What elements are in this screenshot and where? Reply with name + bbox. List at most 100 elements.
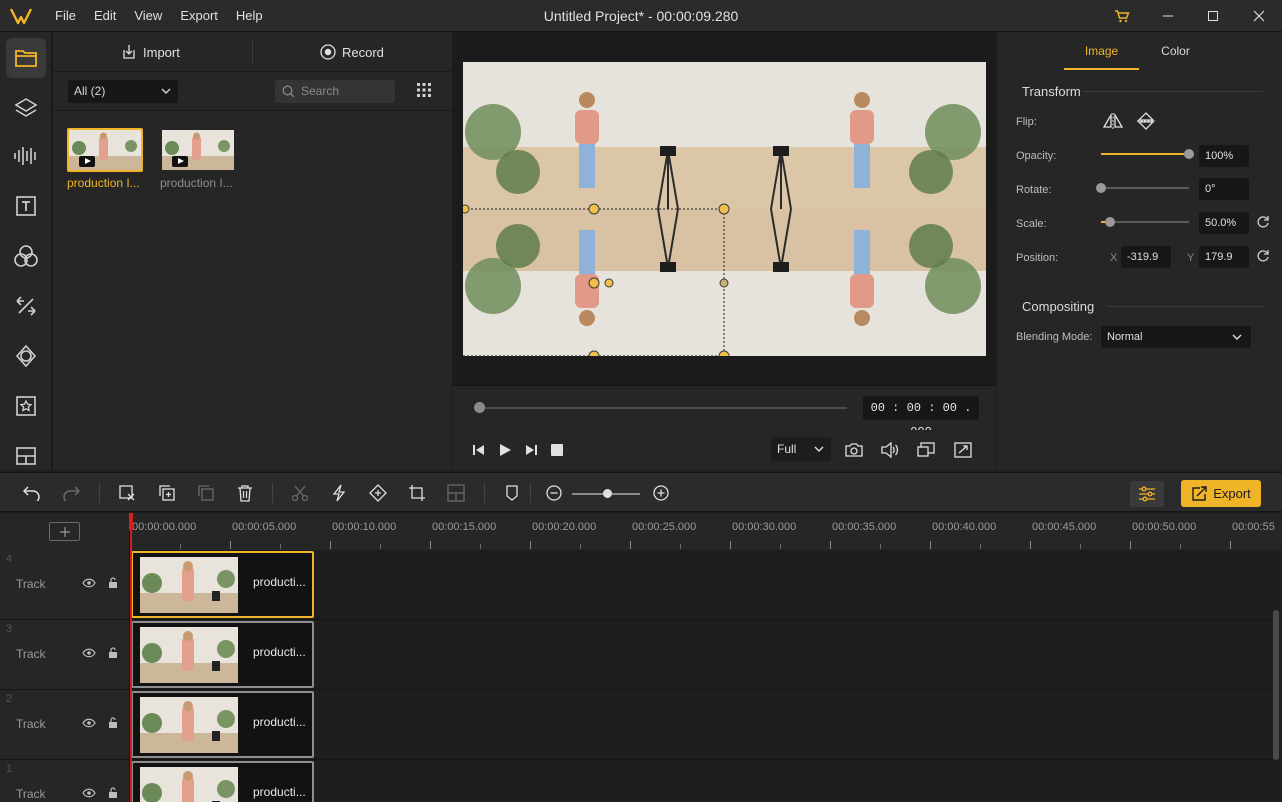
text-tab[interactable] [6,186,46,226]
section-divider [1107,306,1263,307]
opacity-value[interactable]: 100% [1199,145,1249,167]
transitions-icon [16,296,36,316]
scrub-handle[interactable] [474,402,485,413]
undo-button[interactable] [22,483,42,503]
lock-icon[interactable] [108,787,118,799]
video-preview[interactable] [463,62,986,356]
copy-button[interactable] [157,483,177,503]
rotate-value[interactable]: 0° [1199,178,1249,200]
next-frame-button[interactable] [521,440,541,460]
lock-icon[interactable] [108,577,118,589]
timeline-settings-button[interactable] [1130,481,1164,507]
blend-mode-select[interactable]: Normal [1101,326,1251,348]
eye-icon[interactable] [82,718,96,728]
playhead[interactable] [129,513,133,802]
split-button[interactable] [329,483,349,503]
templates-tab[interactable] [6,436,46,476]
ruler-label: 00:00:55 [1232,521,1275,533]
eye-icon[interactable] [82,648,96,658]
media-tab[interactable] [6,38,46,78]
minimize-button[interactable] [1145,0,1191,32]
transitions-tab[interactable] [6,286,46,326]
zoom-in-button[interactable] [651,483,671,503]
stop-button[interactable] [547,440,567,460]
export-button[interactable]: Export [1181,480,1261,507]
lock-icon[interactable] [108,717,118,729]
timeline-scrollbar[interactable] [1271,550,1282,802]
layers-tab[interactable] [6,88,46,128]
redo-button[interactable] [61,483,81,503]
eye-icon[interactable] [82,788,96,798]
timeline-track[interactable]: 4 Track producti... [0,550,1271,620]
lock-icon[interactable] [108,647,118,659]
quality-select[interactable]: Full [771,437,831,461]
video-clip[interactable]: producti... [131,551,314,618]
opacity-slider-handle[interactable] [1184,149,1194,159]
zoom-out-button[interactable] [544,483,564,503]
video-clip[interactable]: producti... [131,691,314,758]
scale-slider-handle[interactable] [1104,217,1115,227]
snapshot-button[interactable] [844,440,864,460]
zoom-slider-handle[interactable] [603,489,612,498]
menu-help[interactable]: Help [236,0,272,32]
menu-export[interactable]: Export [180,0,227,32]
rotate-slider-handle[interactable] [1096,183,1106,193]
rotate-slider[interactable] [1096,183,1189,193]
track-name: Track [16,787,46,801]
effects-tab[interactable] [6,236,46,276]
video-clip[interactable]: producti... [131,761,314,802]
tab-color[interactable]: Color [1138,32,1213,70]
flip-vertical-icon[interactable] [1137,112,1155,130]
timeline-track[interactable]: 3 Track producti... [0,620,1271,690]
deselect-button[interactable] [117,483,137,503]
opacity-slider-fill [1101,153,1189,155]
import-label: Import [143,44,180,60]
scrub-track[interactable] [479,407,847,409]
paste-button[interactable] [196,483,216,503]
close-button[interactable] [1236,0,1282,32]
crop-button[interactable] [407,483,427,503]
keyframe-button[interactable] [368,483,388,503]
media-item[interactable]: production I... [160,128,236,190]
media-icon [15,50,37,67]
volume-button[interactable] [880,440,900,460]
marker-button[interactable] [502,483,522,503]
timeline-track[interactable]: 1 Track producti... [0,760,1271,802]
media-search-input[interactable]: Search [275,80,395,103]
media-filter-select[interactable]: All (2) [68,80,178,103]
add-track-button[interactable] [49,522,80,541]
play-button[interactable] [495,440,515,460]
menu-view[interactable]: View [134,0,171,32]
grid-view-icon[interactable] [417,83,431,97]
position-y-input[interactable]: 179.9 [1199,246,1249,268]
eye-icon[interactable] [82,578,96,588]
record-button[interactable]: Record [320,32,384,72]
prev-frame-button[interactable] [469,440,489,460]
delete-button[interactable] [235,483,255,503]
reset-icon[interactable] [1256,215,1270,229]
video-clip[interactable]: producti... [131,621,314,688]
maximize-button[interactable] [1190,0,1236,32]
cut-button[interactable] [290,483,310,503]
media-item[interactable]: production I... [67,128,143,190]
stickers-tab[interactable] [6,386,46,426]
scrollbar-thumb[interactable] [1273,610,1279,760]
filters-tab[interactable] [6,336,46,376]
fullscreen-button[interactable] [953,440,973,460]
import-button[interactable]: Import [121,32,180,72]
scale-value[interactable]: 50.0% [1199,212,1249,234]
menu-file[interactable]: File [55,0,85,32]
audio-tab[interactable] [6,136,46,176]
flip-horizontal-icon[interactable] [1103,113,1123,129]
opacity-slider[interactable] [1101,149,1194,159]
tab-image[interactable]: Image [1064,32,1139,70]
menu-edit[interactable]: Edit [94,0,125,32]
timeline-track[interactable]: 2 Track producti... [0,690,1271,760]
position-x-input[interactable]: -319.9 [1121,246,1171,268]
mosaic-button[interactable] [446,483,466,503]
cart-button[interactable] [1099,0,1145,32]
scale-slider[interactable] [1101,217,1189,227]
reset-icon[interactable] [1256,249,1270,263]
time-ruler[interactable]: 00:00:00.000 00:00:05.000 00:00:10.000 00:0… [130,513,1282,550]
pip-button[interactable] [916,440,936,460]
